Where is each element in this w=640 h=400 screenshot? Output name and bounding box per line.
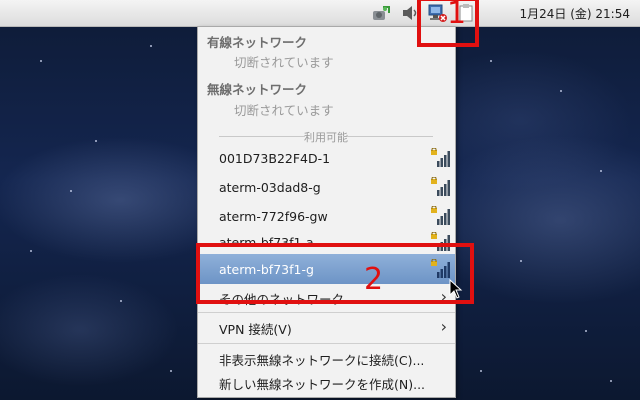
highlight-box-2 xyxy=(196,243,474,304)
mouse-cursor-icon xyxy=(449,279,463,299)
wireless-network-status: 切断されています xyxy=(234,103,334,118)
available-separator: 利用可能 xyxy=(219,131,433,144)
connect-hidden-network-item[interactable]: 非表示無線ネットワークに接続(C)... xyxy=(198,345,455,371)
clock[interactable]: 1月24日 (金) 21:54 xyxy=(520,5,630,22)
chevron-right-icon: › xyxy=(440,317,447,336)
network-ssid: aterm-03dad8-g xyxy=(219,180,321,195)
wired-network-heading: 有線ネットワーク xyxy=(207,35,308,50)
connect-hidden-label: 非表示無線ネットワークに接続(C)... xyxy=(219,353,425,368)
network-item-aterm-03dad8-g[interactable]: aterm-03dad8-g xyxy=(198,172,455,202)
annotation-step-2: 2 xyxy=(364,262,384,297)
secured-signal-icon xyxy=(431,177,450,196)
network-ssid: aterm-772f96-gw xyxy=(219,209,328,224)
create-new-network-item[interactable]: 新しい無線ネットワークを作成(N)... xyxy=(198,369,455,395)
network-menu: 有線ネットワーク 切断されています 無線ネットワーク 切断されています 利用可能… xyxy=(197,26,456,398)
secured-signal-icon xyxy=(431,206,450,225)
updater-icon[interactable] xyxy=(371,3,391,23)
wired-network-status: 切断されています xyxy=(234,55,334,70)
menu-divider xyxy=(198,312,455,313)
create-new-label: 新しい無線ネットワークを作成(N)... xyxy=(219,377,426,392)
top-panel: 1月24日 (金) 21:54 xyxy=(0,0,640,27)
secured-signal-icon xyxy=(431,148,450,167)
wireless-network-heading: 無線ネットワーク xyxy=(207,82,308,97)
vpn-connection-item[interactable]: VPN 接続(V) › xyxy=(198,314,455,340)
vpn-label: VPN 接続(V) xyxy=(219,322,292,337)
menu-divider xyxy=(198,343,455,344)
network-item-001d73b22f4d-1[interactable]: 001D73B22F4D-1 xyxy=(198,143,455,173)
network-ssid: 001D73B22F4D-1 xyxy=(219,151,331,166)
annotation-step-1: 1 xyxy=(447,0,467,31)
